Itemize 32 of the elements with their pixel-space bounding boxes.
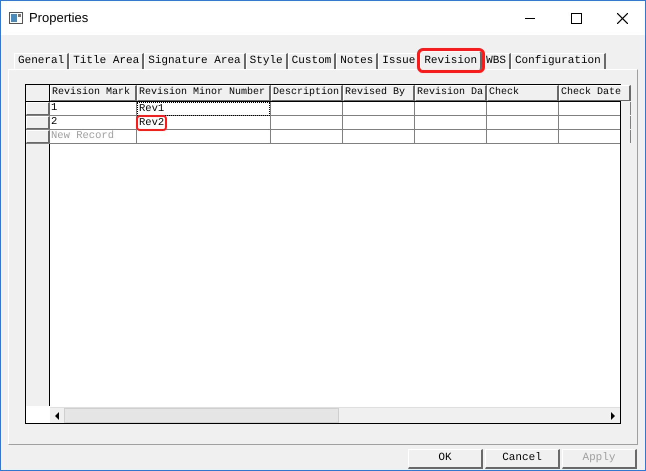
table-cell: Rev2 — [138, 116, 166, 128]
dialog-button[interactable]: OK — [408, 449, 483, 469]
tab[interactable]: Notes — [336, 53, 378, 69]
tab[interactable]: General — [14, 53, 70, 69]
column-header[interactable]: Revision Minor Number — [137, 85, 271, 101]
scroll-left-icon[interactable] — [54, 412, 60, 420]
row-header[interactable] — [26, 116, 50, 129]
app-icon — [9, 12, 23, 24]
row-header[interactable] — [26, 102, 50, 115]
tab[interactable]: Title Area — [69, 53, 144, 69]
tab[interactable]: Revision — [420, 51, 482, 70]
scrollbar-thumb[interactable] — [64, 408, 339, 423]
table-cell: 2 — [50, 116, 58, 129]
tab[interactable]: Style — [246, 53, 288, 69]
column-header[interactable]: Revision Da — [415, 85, 487, 101]
scroll-right-icon[interactable] — [610, 412, 616, 420]
column-header[interactable]: Revision Mark — [50, 85, 137, 101]
tab[interactable]: WBS — [482, 53, 511, 69]
tab[interactable]: Configuration — [510, 53, 606, 69]
row-header[interactable] — [26, 130, 50, 143]
column-header[interactable]: Revised By — [343, 85, 415, 101]
maximize-icon — [570, 12, 582, 24]
table-cell: Rev1 — [137, 102, 270, 116]
column-header[interactable]: Check — [487, 85, 559, 101]
tab[interactable]: Custom — [288, 53, 336, 69]
tab[interactable]: Signature Area — [144, 53, 246, 69]
dialog-button[interactable]: Cancel — [485, 449, 560, 469]
table-cell: 1 — [50, 102, 58, 115]
close-icon — [616, 12, 628, 24]
column-header[interactable]: Check Date — [559, 85, 631, 101]
window-title: Properties — [29, 9, 88, 28]
column-header[interactable]: Description — [271, 85, 343, 101]
